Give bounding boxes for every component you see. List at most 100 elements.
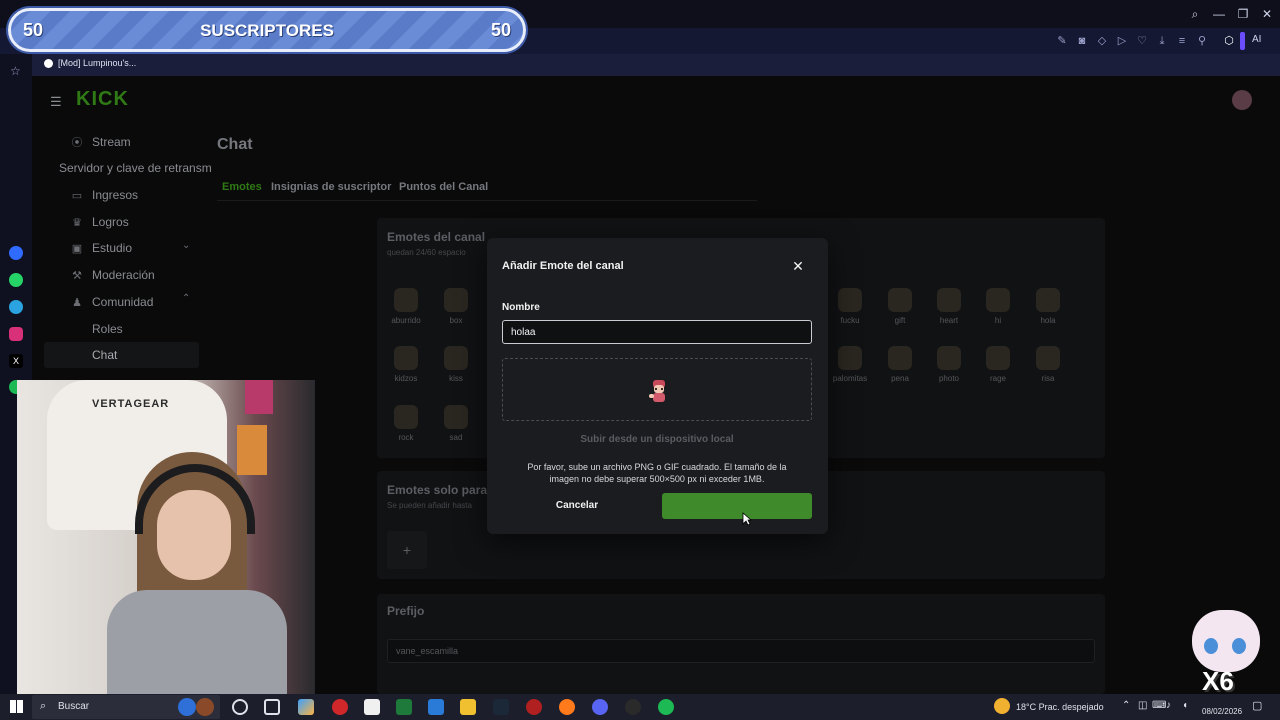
ai-button[interactable]: AI xyxy=(1252,34,1261,45)
cortana-icon[interactable] xyxy=(232,699,248,715)
user-avatar[interactable] xyxy=(1232,90,1252,110)
discord-icon[interactable] xyxy=(592,699,608,715)
hamburger-icon[interactable]: ☰ xyxy=(50,94,62,110)
emote-tile[interactable]: rock xyxy=(386,405,426,442)
emote-tile[interactable]: kiss xyxy=(436,346,476,383)
notifications-icon[interactable]: ▢ xyxy=(1252,699,1262,712)
emote-tile[interactable]: rage xyxy=(978,346,1018,383)
upload-dropzone[interactable] xyxy=(502,358,812,421)
emote-tile[interactable]: box xyxy=(436,288,476,325)
nav-chat-active-bg xyxy=(44,342,199,368)
nav-studio-label: Estudio xyxy=(92,241,133,255)
nav-stream-label: Stream xyxy=(92,135,131,149)
steam-icon[interactable] xyxy=(493,699,509,715)
confirm-button[interactable] xyxy=(662,493,812,519)
weather-icon xyxy=(994,698,1010,714)
name-input[interactable] xyxy=(502,320,812,344)
chair-text: VERTAGEAR xyxy=(92,398,170,410)
taskbar-date[interactable]: 08/02/2026 xyxy=(1202,707,1242,716)
tray-chevron-icon[interactable]: ⌃ xyxy=(1122,700,1130,711)
edit-icon[interactable]: ✎ xyxy=(1055,34,1069,48)
nav-income[interactable]: ▭ Ingresos xyxy=(70,188,138,202)
restore-icon[interactable]: ❐ xyxy=(1235,6,1251,22)
opera-icon[interactable] xyxy=(332,699,348,715)
tab-subscriber-badges[interactable]: Insignias de suscriptor xyxy=(271,181,391,193)
x-icon[interactable]: X xyxy=(9,354,23,368)
emote-tile[interactable]: fucku xyxy=(830,288,870,325)
kick-logo[interactable]: KICK xyxy=(76,88,129,111)
emote-tile[interactable]: gift xyxy=(880,288,920,325)
emote-tile[interactable]: kidzos xyxy=(386,346,426,383)
play-icon[interactable]: ▷ xyxy=(1115,34,1129,48)
spotify-icon[interactable] xyxy=(658,699,674,715)
emote-tile[interactable]: risa xyxy=(1028,346,1068,383)
shield-icon[interactable]: ◇ xyxy=(1095,34,1109,48)
camera-icon[interactable]: ◙ xyxy=(1075,34,1089,48)
nav-stream[interactable]: ⦿ Stream xyxy=(70,134,131,150)
download-icon[interactable]: ⤓ xyxy=(1155,34,1169,48)
windows-start-icon[interactable] xyxy=(10,700,23,713)
nav-moderation[interactable]: ⚒ Moderación xyxy=(70,268,155,282)
store-icon[interactable] xyxy=(364,699,380,715)
close-window-icon[interactable]: ✕ xyxy=(1259,6,1275,22)
profile-icon[interactable]: ⚲ xyxy=(1195,34,1209,48)
tab-title[interactable]: [Mod] Lumpinou's... xyxy=(58,58,136,68)
emote-tile[interactable]: hola xyxy=(1028,288,1068,325)
sticker-eye xyxy=(1232,638,1246,654)
heart-icon[interactable]: ♡ xyxy=(1135,34,1149,48)
emote-tile[interactable]: pena xyxy=(880,346,920,383)
nav-studio[interactable]: ▣ Estudio xyxy=(70,241,132,255)
emote-tile[interactable]: sad xyxy=(436,405,476,442)
nav-stream-key-label: Servidor y clave de retransm xyxy=(59,161,212,175)
keyboard-icon[interactable]: ⌨ xyxy=(1152,700,1166,711)
excel-icon[interactable] xyxy=(396,699,412,715)
channel-emotes-title: Emotes del canal xyxy=(387,230,486,244)
firefox-icon[interactable] xyxy=(559,699,575,715)
menu-icon[interactable]: ≡ xyxy=(1175,34,1189,48)
mew-sticker: X6 xyxy=(1186,610,1266,696)
whatsapp-icon[interactable] xyxy=(9,273,23,287)
extension-icon[interactable]: ⬡ xyxy=(1222,34,1236,48)
close-icon[interactable]: ✕ xyxy=(790,258,806,274)
tab-emotes[interactable]: Emotes xyxy=(222,181,262,193)
nav-community[interactable]: ♟ Comunidad xyxy=(70,295,153,309)
telegram-icon[interactable] xyxy=(9,300,23,314)
star-icon[interactable]: ☆ xyxy=(10,64,21,78)
emote-tile[interactable]: palomitas xyxy=(830,346,870,383)
emote-label: pena xyxy=(891,374,909,383)
volume-icon[interactable]: ◖ xyxy=(1182,700,1188,711)
prefix-input[interactable]: vane_escamilla xyxy=(387,639,1095,663)
nav-chat[interactable]: Chat xyxy=(70,348,117,362)
emote-label: rock xyxy=(398,433,414,442)
mail-icon[interactable] xyxy=(428,699,444,715)
chevron-up-icon[interactable]: ⌃ xyxy=(182,293,190,304)
emote-tile[interactable]: hi xyxy=(978,288,1018,325)
task-view-icon[interactable] xyxy=(264,699,280,715)
emote-tile[interactable]: heart xyxy=(929,288,969,325)
folder-icon[interactable] xyxy=(460,699,476,715)
add-emote-button[interactable]: + xyxy=(387,531,427,569)
emote-image xyxy=(888,288,912,312)
search-icon[interactable]: ⌕ xyxy=(1187,6,1203,22)
nav-roles[interactable]: Roles xyxy=(70,322,123,336)
app-icon[interactable] xyxy=(625,699,641,715)
chevron-down-icon[interactable]: ⌄ xyxy=(182,240,190,251)
copilot-icon[interactable] xyxy=(298,699,314,715)
nav-stream-key[interactable]: Servidor y clave de retransm xyxy=(59,161,212,175)
taskbar-search[interactable]: ⌕ Buscar xyxy=(32,695,220,719)
cancel-button[interactable]: Cancelar xyxy=(527,496,627,516)
minimize-icon[interactable]: — xyxy=(1211,6,1227,22)
nav-achievements[interactable]: ♛ Logros xyxy=(70,215,129,229)
tray-app-icon[interactable]: ◫ xyxy=(1138,700,1147,711)
upload-local-button[interactable]: Subir desde un dispositivo local xyxy=(502,434,812,445)
broadcast-icon: ⦿ xyxy=(71,137,83,149)
emote-tile[interactable]: aburrido xyxy=(386,288,426,325)
emote-preview-image xyxy=(649,380,665,402)
instagram-icon[interactable] xyxy=(9,327,23,341)
obs-icon[interactable] xyxy=(526,699,542,715)
emote-tile[interactable]: photo xyxy=(929,346,969,383)
microphone-icon[interactable]: ♪ xyxy=(1166,700,1171,711)
messenger-icon[interactable] xyxy=(9,246,23,260)
tab-channel-points[interactable]: Puntos del Canal xyxy=(399,181,488,193)
weather-text[interactable]: 18°C Prac. despejado xyxy=(1016,702,1104,712)
